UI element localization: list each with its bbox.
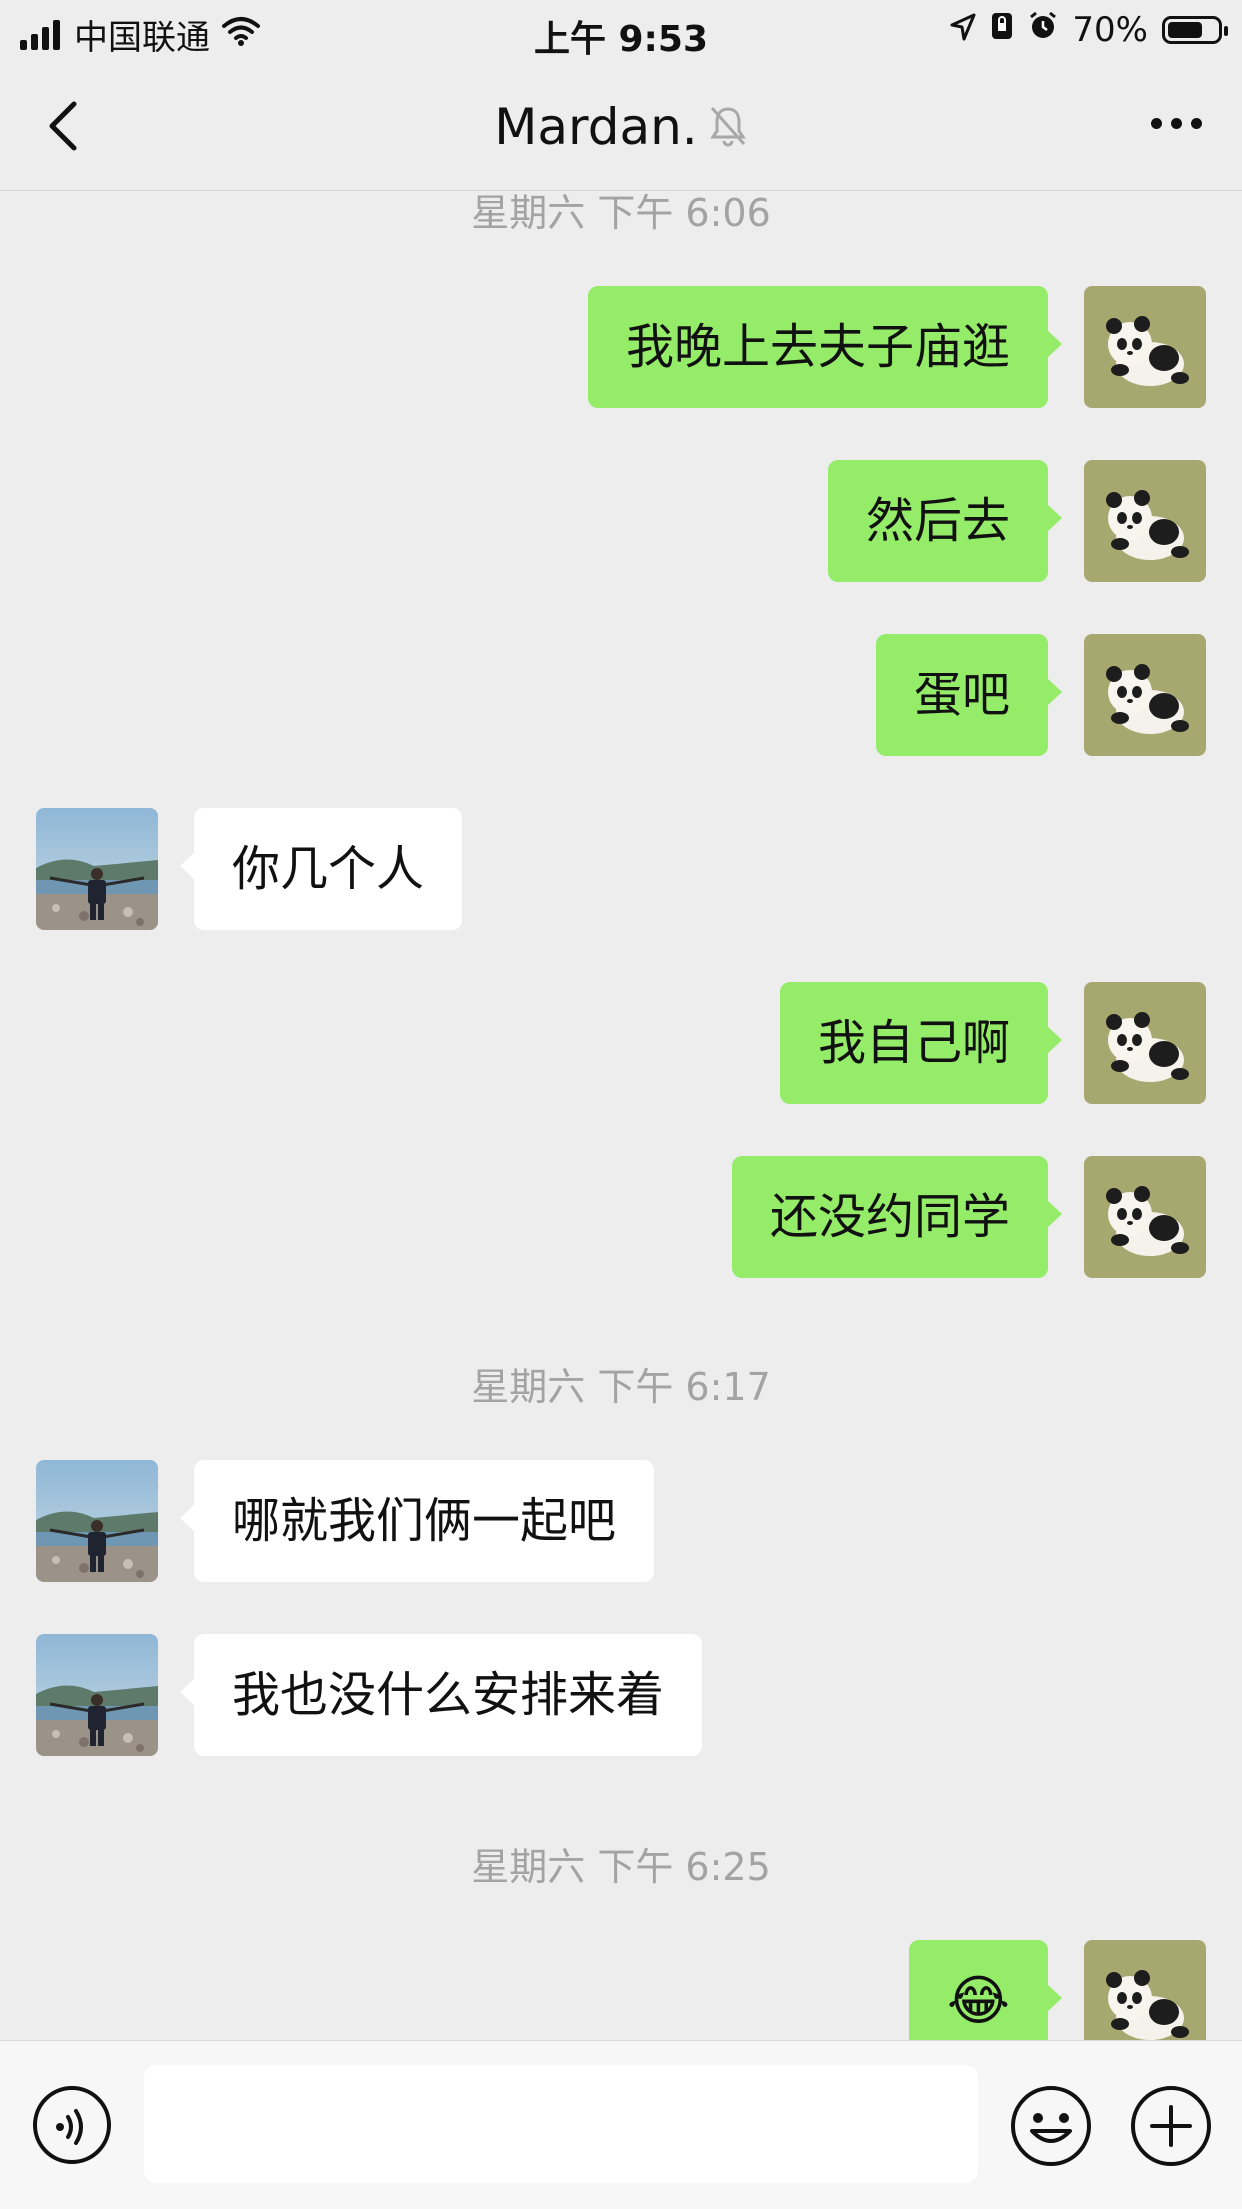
message-row: 我晚上去夫子庙逛 — [587, 286, 1206, 408]
battery-fill — [1168, 22, 1202, 38]
message-row: 还没约同学 — [731, 1156, 1206, 1278]
my-avatar[interactable] — [1084, 1940, 1206, 2040]
message-row: 你几个人 — [36, 808, 463, 930]
my-avatar[interactable] — [1084, 634, 1206, 756]
message-bubble[interactable]: 蛋吧 — [875, 634, 1063, 756]
plus-circle-icon — [1131, 2086, 1211, 2166]
message-row: 然后去 — [827, 460, 1206, 582]
alarm-icon — [1028, 10, 1058, 50]
contact-avatar[interactable] — [36, 1460, 158, 1582]
voice-icon — [33, 2086, 111, 2164]
chat-title-wrap: Mardan. — [0, 98, 1242, 160]
more-functions-button[interactable] — [1130, 2085, 1212, 2167]
message-input[interactable] — [144, 2065, 978, 2183]
smiley-icon — [1011, 2086, 1091, 2166]
orientation-lock-icon — [990, 10, 1014, 50]
status-right: 70% — [950, 10, 1228, 50]
emoji-button[interactable] — [1010, 2085, 1092, 2167]
message-bubble[interactable]: 你几个人 — [179, 808, 463, 930]
message-bubble[interactable]: 然后去 — [827, 460, 1063, 582]
contact-avatar[interactable] — [36, 1634, 158, 1756]
chat-title: Mardan. — [494, 98, 698, 156]
message-bubble[interactable]: 哪就我们俩一起吧 — [179, 1460, 655, 1582]
message-list[interactable]: 星期六 下午 6:06 我晚上去夫子庙逛 然后去 蛋吧 你几个人 我自己啊 还没… — [0, 190, 1242, 2040]
battery-percent: 70% — [1072, 10, 1148, 50]
message-row: 😂 — [908, 1940, 1206, 2040]
nav-bar: Mardan. — [0, 62, 1242, 191]
my-avatar[interactable] — [1084, 286, 1206, 408]
timestamp: 星期六 下午 6:06 — [471, 191, 771, 235]
voice-input-button[interactable] — [32, 2085, 112, 2165]
message-bubble[interactable]: 还没约同学 — [731, 1156, 1063, 1278]
location-icon — [950, 10, 976, 50]
contact-avatar[interactable] — [36, 808, 158, 930]
more-dot — [1171, 118, 1182, 129]
my-avatar[interactable] — [1084, 982, 1206, 1104]
message-bubble[interactable]: 我也没什么安排来着 — [179, 1634, 703, 1756]
timestamp: 星期六 下午 6:17 — [471, 1365, 771, 1409]
mute-bell-icon — [708, 102, 748, 160]
more-dot — [1191, 118, 1202, 129]
input-bar — [0, 2040, 1242, 2209]
more-options-button[interactable] — [1151, 118, 1202, 129]
status-bar: 中国联通 上午 9:53 70% — [0, 0, 1242, 62]
message-row: 蛋吧 — [875, 634, 1206, 756]
my-avatar[interactable] — [1084, 460, 1206, 582]
message-row: 我自己啊 — [779, 982, 1206, 1104]
message-row: 我也没什么安排来着 — [36, 1634, 703, 1756]
more-dot — [1151, 118, 1162, 129]
message-bubble[interactable]: 我晚上去夫子庙逛 — [587, 286, 1063, 408]
my-avatar[interactable] — [1084, 1156, 1206, 1278]
emoji-message-bubble[interactable]: 😂 — [908, 1940, 1063, 2040]
message-bubble[interactable]: 我自己啊 — [779, 982, 1063, 1104]
battery-icon — [1162, 16, 1228, 44]
timestamp: 星期六 下午 6:25 — [471, 1845, 771, 1889]
message-row: 哪就我们俩一起吧 — [36, 1460, 655, 1582]
